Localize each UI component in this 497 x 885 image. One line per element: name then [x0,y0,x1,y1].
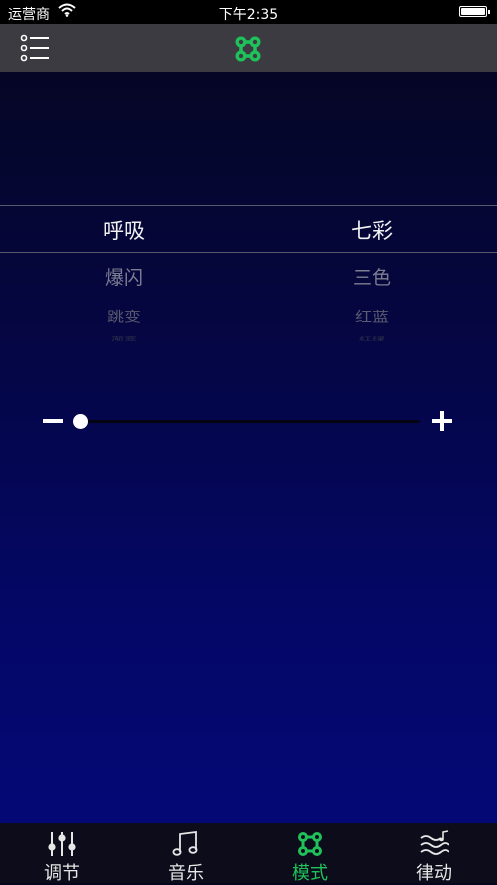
picker-bottom-divider [0,252,497,253]
slider-track[interactable] [80,420,420,423]
status-bar: 运营商 下午2:35 [0,0,497,24]
picker-option[interactable]: 跳变 [0,306,248,326]
list-icon [20,34,49,62]
command-icon [298,832,322,856]
tab-label: 模式 [292,863,328,884]
picker-option[interactable]: 红绿 [248,335,496,342]
music-note-icon [172,830,198,856]
status-time: 下午2:35 [218,7,279,23]
tab-mode[interactable]: 模式 [248,823,372,884]
slider-thumb[interactable] [73,414,88,429]
tab-adjust[interactable]: 调节 [0,823,124,884]
picker-option[interactable]: 爆闪 [0,263,248,290]
tab-label: 调节 [44,863,80,884]
picker-selected-color[interactable]: 七彩 [248,215,496,245]
picker-option[interactable]: 渐变 [0,335,248,342]
tab-music[interactable]: 音乐 [124,823,248,884]
tab-rhythm[interactable]: 律动 [372,823,496,884]
picker-option[interactable]: 三色 [248,263,496,290]
mode-picker[interactable]: 呼吸 爆闪 跳变 渐变 七彩 三色 红蓝 红绿 [0,205,497,345]
tab-label: 音乐 [168,863,204,884]
sliders-icon [48,832,76,856]
picker-option[interactable]: 红蓝 [248,306,496,326]
speed-slider[interactable] [40,404,460,440]
minus-icon[interactable] [43,419,63,423]
picker-selected-mode[interactable]: 呼吸 [0,215,248,245]
menu-button[interactable] [20,34,52,62]
battery-icon [459,6,490,17]
tab-label: 律动 [416,863,452,884]
wave-note-icon [420,830,449,855]
nav-bar [0,24,497,72]
tab-bar: 调节 音乐 模式 律动 [0,823,497,884]
picker-top-divider [0,205,497,206]
command-icon [232,33,264,65]
plus-icon-bar [440,411,444,431]
